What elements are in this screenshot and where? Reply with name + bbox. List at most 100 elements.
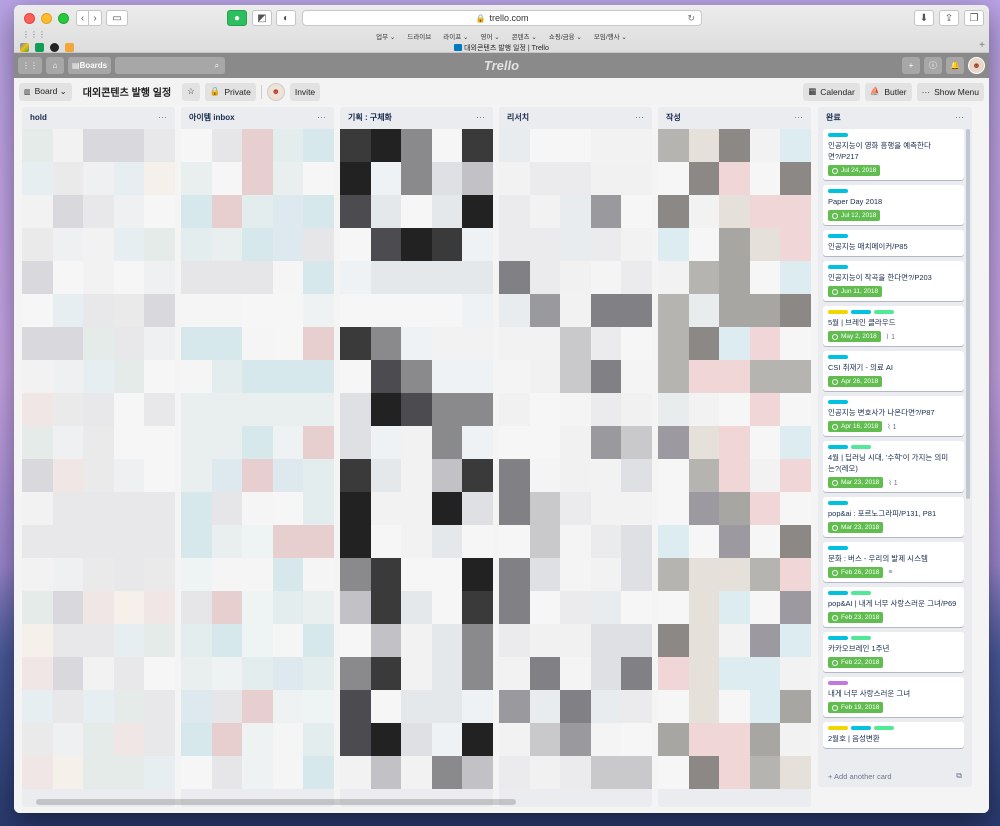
favorite-item[interactable]: 콘텐츠 ⌄	[512, 31, 537, 41]
address-bar[interactable]: 🔒 trello.com ↻	[302, 10, 702, 26]
pixel-block	[780, 492, 811, 525]
card-template-icon[interactable]: ⧉	[956, 771, 962, 781]
boards-button[interactable]: ▤ Boards	[68, 57, 112, 74]
due-date-badge[interactable]: May 2, 2018	[828, 331, 881, 342]
star-icon[interactable]: ☆	[182, 82, 200, 101]
due-date-badge[interactable]: Feb 19, 2018	[828, 702, 884, 713]
list-menu-icon[interactable]: ···	[794, 112, 803, 122]
member-avatar[interactable]: ☻	[266, 82, 285, 101]
board-title[interactable]: 대외콘텐츠 발행 일정	[77, 84, 177, 99]
favorite-item[interactable]: 업무 ⌄	[376, 31, 395, 41]
evernote-icon[interactable]: ●	[227, 10, 247, 26]
card[interactable]: pop&ai : 포르노그라피/P131, P81 Mar 23, 2018	[823, 497, 964, 537]
boards-label: Boards	[79, 61, 108, 70]
invite-button[interactable]: Invite	[289, 82, 321, 101]
calendar-button[interactable]: ▦ Calendar	[803, 82, 860, 101]
list-header[interactable]: 완료 ···	[818, 107, 972, 127]
card[interactable]: 4월 | 딥러닝 시대, '수학'이 가지는 의미는?(레오) Mar 23, 2…	[823, 441, 964, 492]
list-title[interactable]: hold	[30, 113, 47, 122]
board-horizontal-scrollbar[interactable]	[36, 799, 516, 805]
share-icon[interactable]: ⇪	[939, 10, 959, 26]
butler-button[interactable]: ⛵ Butler	[864, 82, 912, 101]
list-title[interactable]: 기획 : 구체화	[348, 112, 392, 123]
card[interactable]: 인공지능 매치메이커/P85	[823, 230, 964, 256]
due-date-badge[interactable]: Jun 11, 2018	[828, 286, 883, 297]
due-date-badge[interactable]: Mar 23, 2018	[828, 522, 884, 533]
due-date-badge[interactable]: Apr 26, 2018	[828, 376, 883, 387]
card[interactable]: 내게 너무 사랑스러운 그녀 Feb 19, 2018	[823, 677, 964, 717]
pixel-block	[719, 591, 750, 624]
board-view-switcher[interactable]: ▥ Board ⌄	[19, 82, 72, 101]
visibility-button[interactable]: 🔒 Private	[204, 82, 256, 101]
list-header[interactable]: 기획 : 구체화 ···	[340, 107, 493, 127]
zoom-window-button[interactable]	[58, 13, 69, 24]
info-icon[interactable]: ⓘ	[924, 57, 942, 74]
due-date-badge[interactable]: Feb 26, 2018	[828, 567, 884, 578]
list-title[interactable]: 완료	[826, 112, 841, 123]
extension-icon[interactable]: ◩	[252, 10, 272, 26]
trello-logo[interactable]: Trello	[484, 58, 519, 73]
due-date-badge[interactable]: Jul 12, 2018	[828, 210, 881, 221]
create-icon[interactable]: +	[902, 57, 920, 74]
list-title[interactable]: 아이템 inbox	[189, 112, 235, 123]
favorite-item[interactable]: 드라이브	[407, 31, 431, 41]
list-header[interactable]: 리서치 ···	[499, 107, 652, 127]
tabs-overview-icon[interactable]: ❐	[964, 10, 984, 26]
active-tab[interactable]: 대외콘텐츠 발행 일정 | Trello	[14, 43, 989, 53]
due-date-badge[interactable]: Apr 16, 2018	[828, 421, 883, 432]
back-icon[interactable]: ‹	[76, 10, 89, 26]
pixel-block	[303, 426, 334, 459]
pixel-block	[590, 129, 622, 162]
pixel-block	[22, 756, 53, 789]
new-tab-icon[interactable]: +	[979, 40, 985, 51]
sidebar-icon[interactable]: ▭	[106, 10, 128, 26]
forward-icon[interactable]: ›	[89, 10, 102, 26]
card[interactable]: 문화 : 버스 - 우리의 발제 시스템 Feb 26, 2018 ≡	[823, 542, 964, 582]
card[interactable]: Paper Day 2018 Jul 12, 2018	[823, 185, 964, 225]
favorite-item[interactable]: 모임/행사 ⌄	[594, 31, 627, 41]
pixel-block	[621, 360, 652, 393]
card[interactable]: 카카오브레인 1주년 Feb 22, 2018	[823, 632, 964, 672]
card[interactable]: 인공지능이 작곡을 한다면?/P203 Jun 11, 2018	[823, 261, 964, 301]
apps-icon[interactable]: ⋮⋮	[18, 57, 42, 74]
pixel-block	[370, 360, 402, 393]
due-date-badge[interactable]: Feb 23, 2018	[828, 612, 884, 623]
reload-icon[interactable]: ↻	[687, 13, 695, 24]
due-date-text: Feb 22, 2018	[841, 659, 880, 666]
list-menu-icon[interactable]: ···	[955, 112, 964, 122]
list-menu-icon[interactable]: ···	[158, 112, 167, 122]
close-window-button[interactable]	[24, 13, 35, 24]
pixel-block	[590, 756, 622, 789]
card[interactable]: 인공지능 변호사가 나온다면?/P87 Apr 16, 2018 ⌇ 1	[823, 396, 964, 436]
list-title[interactable]: 리서치	[507, 112, 529, 123]
list-menu-icon[interactable]: ···	[317, 112, 326, 122]
user-avatar[interactable]: ☻	[968, 57, 985, 74]
card[interactable]: CSI 취재기 - 의료 AI Apr 26, 2018	[823, 351, 964, 391]
favorite-item[interactable]: 쇼핑/금융 ⌄	[549, 31, 582, 41]
search-input[interactable]: ⌕	[115, 57, 226, 74]
minimize-window-button[interactable]	[41, 13, 52, 24]
favorite-item[interactable]: 영어 ⌄	[480, 31, 499, 41]
calendar-label: Calendar	[820, 86, 855, 97]
list-header[interactable]: 아이템 inbox ···	[181, 107, 334, 127]
show-menu-button[interactable]: ··· Show Menu	[916, 82, 984, 101]
card[interactable]: 인공지능이 영화 흥행을 예측한다면?/P217 Jul 24, 2018	[823, 129, 964, 180]
notification-icon[interactable]: 🔔	[946, 57, 964, 74]
due-date-badge[interactable]: Mar 23, 2018	[828, 477, 884, 488]
list-header[interactable]: 작성 ···	[658, 107, 811, 127]
list-scrollbar[interactable]	[966, 129, 970, 499]
privacy-icon[interactable]: ◐	[276, 10, 296, 26]
card[interactable]: 2월호 | 음성변환	[823, 722, 964, 748]
due-date-badge[interactable]: Feb 22, 2018	[828, 657, 884, 668]
card[interactable]: 5월 | 브레인 클라우드 May 2, 2018 ⌇ 1	[823, 306, 964, 346]
download-icon[interactable]: ⬇	[914, 10, 934, 26]
favorite-item[interactable]: 라이프 ⌄	[443, 31, 468, 41]
list-header[interactable]: hold ···	[22, 107, 175, 127]
add-card-button[interactable]: + Add another card ⧉	[818, 765, 972, 787]
card[interactable]: pop&AI | 내게 너무 사랑스러운 그녀/P69 Feb 23, 2018	[823, 587, 964, 627]
list-menu-icon[interactable]: ···	[635, 112, 644, 122]
home-icon[interactable]: ⌂	[46, 57, 64, 74]
due-date-badge[interactable]: Jul 24, 2018	[828, 165, 881, 176]
list-title[interactable]: 작성	[666, 112, 681, 123]
list-menu-icon[interactable]: ···	[476, 112, 485, 122]
